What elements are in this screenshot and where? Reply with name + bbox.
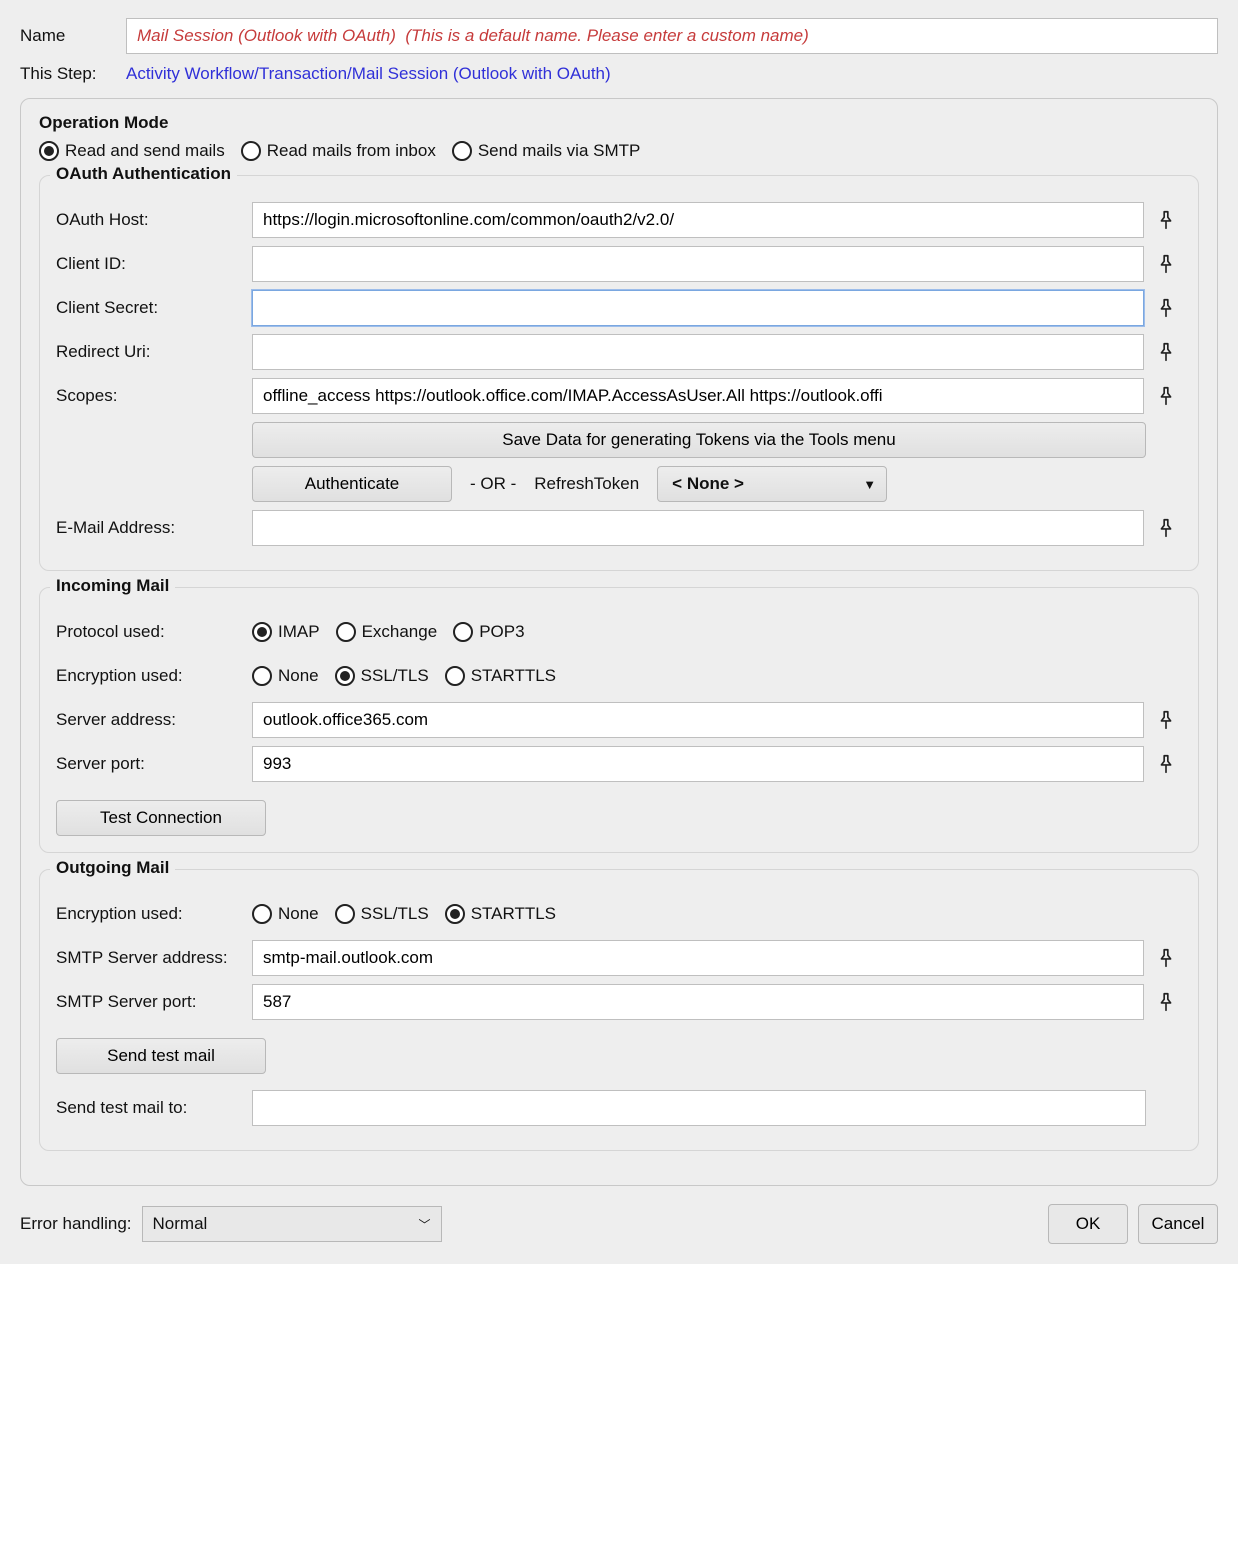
radio-label: None (278, 904, 319, 924)
refresh-token-combo[interactable]: < None > ▼ (657, 466, 887, 502)
send-test-mail-button[interactable]: Send test mail (56, 1038, 266, 1074)
oauth-title: OAuth Authentication (50, 164, 237, 184)
radio-label: STARTTLS (471, 666, 556, 686)
pin-icon[interactable] (1150, 380, 1182, 412)
refresh-token-value: < None > (672, 474, 744, 494)
outgoing-title: Outgoing Mail (50, 858, 175, 878)
radio-label: Read and send mails (65, 141, 225, 161)
chevron-down-icon: ▼ (863, 477, 876, 492)
scopes-input[interactable] (252, 378, 1144, 414)
radio-enc-starttls[interactable]: STARTTLS (445, 666, 556, 686)
incoming-title: Incoming Mail (50, 576, 175, 596)
radio-label: STARTTLS (471, 904, 556, 924)
error-handling-select[interactable]: Normal ﹀ (142, 1206, 442, 1242)
name-row: Name (20, 18, 1218, 54)
radio-label: POP3 (479, 622, 524, 642)
pin-icon[interactable] (1150, 942, 1182, 974)
radio-pop3[interactable]: POP3 (453, 622, 524, 642)
pin-icon[interactable] (1150, 512, 1182, 544)
redirect-uri-input[interactable] (252, 334, 1144, 370)
redirect-uri-label: Redirect Uri: (56, 342, 242, 362)
smtp-server-label: SMTP Server address: (56, 948, 242, 968)
smtp-port-label: SMTP Server port: (56, 992, 242, 1012)
pin-icon[interactable] (1150, 748, 1182, 780)
dialog-footer: Error handling: Normal ﹀ OK Cancel (20, 1204, 1218, 1244)
radio-send-smtp[interactable]: Send mails via SMTP (452, 141, 641, 161)
mail-session-dialog: Name This Step: Activity Workflow/Transa… (0, 0, 1238, 1264)
test-connection-button[interactable]: Test Connection (56, 800, 266, 836)
cancel-button[interactable]: Cancel (1138, 1204, 1218, 1244)
oauth-group: OAuth Authentication OAuth Host: Client … (39, 175, 1199, 571)
pin-icon[interactable] (1150, 986, 1182, 1018)
oauth-host-input[interactable] (252, 202, 1144, 238)
operation-mode-title: Operation Mode (39, 113, 1199, 133)
refresh-token-label: RefreshToken (534, 474, 639, 494)
radio-label: SSL/TLS (361, 666, 429, 686)
name-label: Name (20, 26, 112, 46)
send-test-to-label: Send test mail to: (56, 1098, 242, 1118)
radio-imap[interactable]: IMAP (252, 622, 320, 642)
step-label: This Step: (20, 64, 112, 84)
main-panel: Operation Mode Read and send mails Read … (20, 98, 1218, 1186)
radio-label: None (278, 666, 319, 686)
operation-mode-radios: Read and send mails Read mails from inbo… (39, 141, 1199, 161)
radio-out-ssl[interactable]: SSL/TLS (335, 904, 429, 924)
radio-read-send[interactable]: Read and send mails (39, 141, 225, 161)
radio-label: Send mails via SMTP (478, 141, 641, 161)
client-id-input[interactable] (252, 246, 1144, 282)
incoming-encryption-label: Encryption used: (56, 666, 242, 686)
radio-exchange[interactable]: Exchange (336, 622, 438, 642)
protocol-label: Protocol used: (56, 622, 242, 642)
radio-label: Exchange (362, 622, 438, 642)
radio-out-none[interactable]: None (252, 904, 319, 924)
name-input[interactable] (126, 18, 1218, 54)
radio-label: SSL/TLS (361, 904, 429, 924)
send-test-to-input[interactable] (252, 1090, 1146, 1126)
ok-button[interactable]: OK (1048, 1204, 1128, 1244)
client-id-label: Client ID: (56, 254, 242, 274)
incoming-server-label: Server address: (56, 710, 242, 730)
radio-enc-none[interactable]: None (252, 666, 319, 686)
incoming-port-input[interactable] (252, 746, 1144, 782)
pin-icon[interactable] (1150, 204, 1182, 236)
radio-read-inbox[interactable]: Read mails from inbox (241, 141, 436, 161)
email-address-label: E-Mail Address: (56, 518, 242, 538)
pin-icon[interactable] (1150, 292, 1182, 324)
error-handling-label: Error handling: (20, 1214, 132, 1234)
smtp-server-input[interactable] (252, 940, 1144, 976)
authenticate-button[interactable]: Authenticate (252, 466, 452, 502)
client-secret-input[interactable] (252, 290, 1144, 326)
chevron-down-icon: ﹀ (419, 1216, 431, 1233)
incoming-port-label: Server port: (56, 754, 242, 774)
client-secret-label: Client Secret: (56, 298, 242, 318)
radio-label: IMAP (278, 622, 320, 642)
pin-icon[interactable] (1150, 704, 1182, 736)
smtp-port-input[interactable] (252, 984, 1144, 1020)
radio-out-starttls[interactable]: STARTTLS (445, 904, 556, 924)
scopes-label: Scopes: (56, 386, 242, 406)
email-address-input[interactable] (252, 510, 1144, 546)
oauth-host-label: OAuth Host: (56, 210, 242, 230)
pin-icon[interactable] (1150, 248, 1182, 280)
save-token-data-button[interactable]: Save Data for generating Tokens via the … (252, 422, 1146, 458)
incoming-mail-group: Incoming Mail Protocol used: IMAP Exchan… (39, 587, 1199, 853)
outgoing-encryption-label: Encryption used: (56, 904, 242, 924)
outgoing-mail-group: Outgoing Mail Encryption used: None SSL/… (39, 869, 1199, 1151)
step-row: This Step: Activity Workflow/Transaction… (20, 64, 1218, 84)
radio-label: Read mails from inbox (267, 141, 436, 161)
pin-icon[interactable] (1150, 336, 1182, 368)
radio-enc-ssl[interactable]: SSL/TLS (335, 666, 429, 686)
incoming-server-input[interactable] (252, 702, 1144, 738)
or-text: - OR - (470, 474, 516, 494)
error-handling-value: Normal (153, 1214, 208, 1234)
step-link[interactable]: Activity Workflow/Transaction/Mail Sessi… (126, 64, 611, 84)
